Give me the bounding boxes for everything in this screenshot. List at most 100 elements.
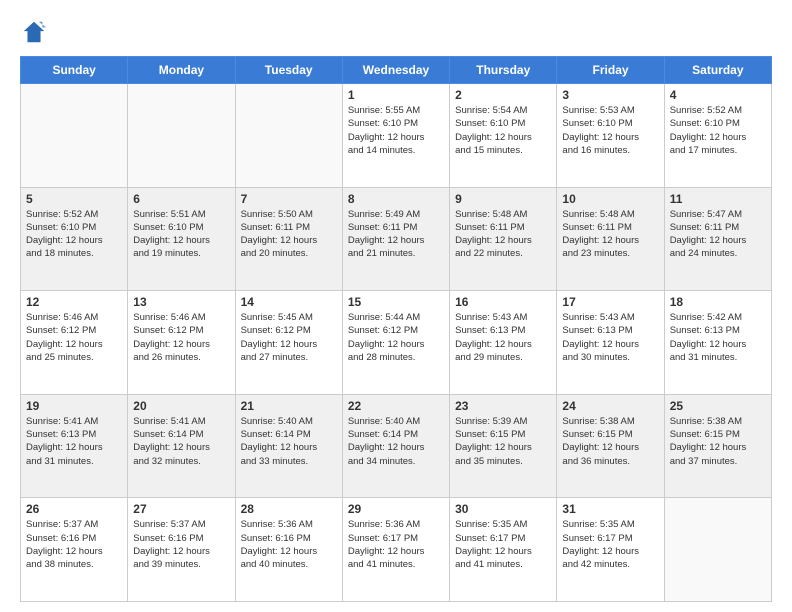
logo-icon bbox=[20, 18, 48, 46]
calendar-cell bbox=[235, 84, 342, 188]
calendar-cell: 30 Sunrise: 5:35 AM Sunset: 6:17 PM Dayli… bbox=[450, 498, 557, 602]
day-number: 18 bbox=[670, 295, 766, 309]
day-info: Sunrise: 5:38 AM Sunset: 6:15 PM Dayligh… bbox=[562, 415, 658, 468]
calendar-week-2: 5Sunrise: 5:52 AM Sunset: 6:10 PM Daylig… bbox=[21, 187, 772, 291]
day-number: 12 bbox=[26, 295, 122, 309]
day-info: Sunrise: 5:52 AM Sunset: 6:10 PM Dayligh… bbox=[26, 208, 122, 261]
calendar-cell: 24 Sunrise: 5:38 AM Sunset: 6:15 PM Dayli… bbox=[557, 394, 664, 498]
day-info: Sunrise: 5:38 AM Sunset: 6:15 PM Dayligh… bbox=[670, 415, 766, 468]
day-info: Sunrise: 5:35 AM Sunset: 6:17 PM Dayligh… bbox=[455, 518, 551, 571]
day-info: Sunrise: 5:43 AM Sunset: 6:13 PM Dayligh… bbox=[455, 311, 551, 364]
col-header-saturday: Saturday bbox=[664, 57, 771, 84]
day-info: Sunrise: 5:53 AM Sunset: 6:10 PM Dayligh… bbox=[562, 104, 658, 157]
calendar-cell: 9 Sunrise: 5:48 AM Sunset: 6:11 PM Daylig… bbox=[450, 187, 557, 291]
logo bbox=[20, 18, 52, 46]
day-number: 10 bbox=[562, 192, 658, 206]
day-info: Sunrise: 5:36 AM Sunset: 6:17 PM Dayligh… bbox=[348, 518, 444, 571]
day-info: Sunrise: 5:39 AM Sunset: 6:15 PM Dayligh… bbox=[455, 415, 551, 468]
col-header-thursday: Thursday bbox=[450, 57, 557, 84]
calendar-cell: 7 Sunrise: 5:50 AM Sunset: 6:11 PM Daylig… bbox=[235, 187, 342, 291]
day-number: 30 bbox=[455, 502, 551, 516]
calendar-cell: 22 Sunrise: 5:40 AM Sunset: 6:14 PM Dayli… bbox=[342, 394, 449, 498]
day-info: Sunrise: 5:46 AM Sunset: 6:12 PM Dayligh… bbox=[26, 311, 122, 364]
day-number: 16 bbox=[455, 295, 551, 309]
day-number: 9 bbox=[455, 192, 551, 206]
calendar-cell: 10 Sunrise: 5:48 AM Sunset: 6:11 PM Dayli… bbox=[557, 187, 664, 291]
day-number: 27 bbox=[133, 502, 229, 516]
day-number: 3 bbox=[562, 88, 658, 102]
day-number: 1 bbox=[348, 88, 444, 102]
calendar-cell: 14Sunrise: 5:45 AM Sunset: 6:12 PM Dayli… bbox=[235, 291, 342, 395]
calendar-cell: 19 Sunrise: 5:41 AM Sunset: 6:13 PM Dayli… bbox=[21, 394, 128, 498]
calendar-cell: 20 Sunrise: 5:41 AM Sunset: 6:14 PM Dayli… bbox=[128, 394, 235, 498]
calendar-cell: 18Sunrise: 5:42 AM Sunset: 6:13 PM Dayli… bbox=[664, 291, 771, 395]
day-number: 20 bbox=[133, 399, 229, 413]
day-number: 29 bbox=[348, 502, 444, 516]
col-header-monday: Monday bbox=[128, 57, 235, 84]
calendar-cell: 23 Sunrise: 5:39 AM Sunset: 6:15 PM Dayli… bbox=[450, 394, 557, 498]
col-header-friday: Friday bbox=[557, 57, 664, 84]
calendar-cell: 28 Sunrise: 5:36 AM Sunset: 6:16 PM Dayli… bbox=[235, 498, 342, 602]
day-info: Sunrise: 5:50 AM Sunset: 6:11 PM Dayligh… bbox=[241, 208, 337, 261]
day-info: Sunrise: 5:36 AM Sunset: 6:16 PM Dayligh… bbox=[241, 518, 337, 571]
day-number: 24 bbox=[562, 399, 658, 413]
calendar-cell: 25 Sunrise: 5:38 AM Sunset: 6:15 PM Dayli… bbox=[664, 394, 771, 498]
calendar-cell: 26 Sunrise: 5:37 AM Sunset: 6:16 PM Dayli… bbox=[21, 498, 128, 602]
day-info: Sunrise: 5:40 AM Sunset: 6:14 PM Dayligh… bbox=[348, 415, 444, 468]
calendar-cell: 5Sunrise: 5:52 AM Sunset: 6:10 PM Daylig… bbox=[21, 187, 128, 291]
calendar-week-1: 1 Sunrise: 5:55 AM Sunset: 6:10 PM Daylig… bbox=[21, 84, 772, 188]
day-number: 21 bbox=[241, 399, 337, 413]
day-number: 6 bbox=[133, 192, 229, 206]
calendar-cell: 27Sunrise: 5:37 AM Sunset: 6:16 PM Dayli… bbox=[128, 498, 235, 602]
calendar-cell: 15 Sunrise: 5:44 AM Sunset: 6:12 PM Dayli… bbox=[342, 291, 449, 395]
day-number: 13 bbox=[133, 295, 229, 309]
day-info: Sunrise: 5:48 AM Sunset: 6:11 PM Dayligh… bbox=[562, 208, 658, 261]
day-info: Sunrise: 5:52 AM Sunset: 6:10 PM Dayligh… bbox=[670, 104, 766, 157]
calendar-cell bbox=[664, 498, 771, 602]
day-number: 15 bbox=[348, 295, 444, 309]
day-number: 2 bbox=[455, 88, 551, 102]
calendar-cell: 8 Sunrise: 5:49 AM Sunset: 6:11 PM Daylig… bbox=[342, 187, 449, 291]
day-info: Sunrise: 5:41 AM Sunset: 6:13 PM Dayligh… bbox=[26, 415, 122, 468]
day-number: 22 bbox=[348, 399, 444, 413]
day-number: 31 bbox=[562, 502, 658, 516]
day-number: 7 bbox=[241, 192, 337, 206]
day-number: 14 bbox=[241, 295, 337, 309]
day-number: 4 bbox=[670, 88, 766, 102]
day-info: Sunrise: 5:54 AM Sunset: 6:10 PM Dayligh… bbox=[455, 104, 551, 157]
calendar-cell: 1 Sunrise: 5:55 AM Sunset: 6:10 PM Daylig… bbox=[342, 84, 449, 188]
calendar-table: SundayMondayTuesdayWednesdayThursdayFrid… bbox=[20, 56, 772, 602]
day-number: 28 bbox=[241, 502, 337, 516]
day-info: Sunrise: 5:35 AM Sunset: 6:17 PM Dayligh… bbox=[562, 518, 658, 571]
calendar-cell: 21 Sunrise: 5:40 AM Sunset: 6:14 PM Dayli… bbox=[235, 394, 342, 498]
calendar-cell: 6Sunrise: 5:51 AM Sunset: 6:10 PM Daylig… bbox=[128, 187, 235, 291]
calendar-cell: 29 Sunrise: 5:36 AM Sunset: 6:17 PM Dayli… bbox=[342, 498, 449, 602]
col-header-sunday: Sunday bbox=[21, 57, 128, 84]
calendar-cell: 11Sunrise: 5:47 AM Sunset: 6:11 PM Dayli… bbox=[664, 187, 771, 291]
day-info: Sunrise: 5:41 AM Sunset: 6:14 PM Dayligh… bbox=[133, 415, 229, 468]
calendar-cell: 13Sunrise: 5:46 AM Sunset: 6:12 PM Dayli… bbox=[128, 291, 235, 395]
calendar-cell: 16 Sunrise: 5:43 AM Sunset: 6:13 PM Dayli… bbox=[450, 291, 557, 395]
calendar-week-5: 26 Sunrise: 5:37 AM Sunset: 6:16 PM Dayli… bbox=[21, 498, 772, 602]
day-number: 25 bbox=[670, 399, 766, 413]
calendar-cell: 2 Sunrise: 5:54 AM Sunset: 6:10 PM Daylig… bbox=[450, 84, 557, 188]
day-info: Sunrise: 5:55 AM Sunset: 6:10 PM Dayligh… bbox=[348, 104, 444, 157]
col-header-tuesday: Tuesday bbox=[235, 57, 342, 84]
day-info: Sunrise: 5:40 AM Sunset: 6:14 PM Dayligh… bbox=[241, 415, 337, 468]
day-number: 23 bbox=[455, 399, 551, 413]
calendar-cell bbox=[128, 84, 235, 188]
calendar-header-row: SundayMondayTuesdayWednesdayThursdayFrid… bbox=[21, 57, 772, 84]
day-info: Sunrise: 5:37 AM Sunset: 6:16 PM Dayligh… bbox=[26, 518, 122, 571]
day-number: 26 bbox=[26, 502, 122, 516]
calendar-cell: 3 Sunrise: 5:53 AM Sunset: 6:10 PM Daylig… bbox=[557, 84, 664, 188]
day-number: 17 bbox=[562, 295, 658, 309]
day-info: Sunrise: 5:43 AM Sunset: 6:13 PM Dayligh… bbox=[562, 311, 658, 364]
day-info: Sunrise: 5:44 AM Sunset: 6:12 PM Dayligh… bbox=[348, 311, 444, 364]
day-number: 8 bbox=[348, 192, 444, 206]
day-info: Sunrise: 5:49 AM Sunset: 6:11 PM Dayligh… bbox=[348, 208, 444, 261]
calendar-cell: 12 Sunrise: 5:46 AM Sunset: 6:12 PM Dayli… bbox=[21, 291, 128, 395]
page: SundayMondayTuesdayWednesdayThursdayFrid… bbox=[0, 0, 792, 612]
day-number: 19 bbox=[26, 399, 122, 413]
day-info: Sunrise: 5:48 AM Sunset: 6:11 PM Dayligh… bbox=[455, 208, 551, 261]
calendar-cell bbox=[21, 84, 128, 188]
